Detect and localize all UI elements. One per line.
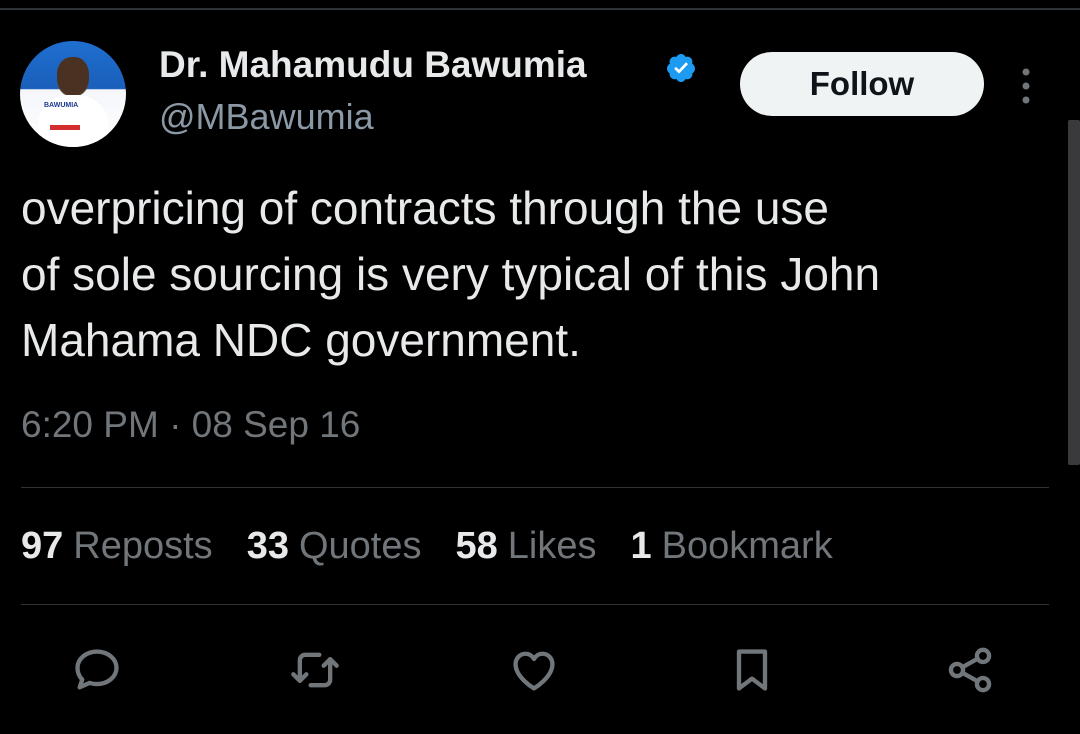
- tweet-text-line: overpricing of contracts through the use: [21, 182, 830, 234]
- stat-label: Quotes: [298, 525, 422, 567]
- share-icon: [948, 647, 992, 693]
- share-button[interactable]: [942, 642, 998, 698]
- stat-count: 97: [21, 525, 64, 567]
- reply-icon: [75, 649, 119, 690]
- stat-label: Bookmark: [661, 525, 833, 567]
- stat-count: 1: [630, 525, 652, 567]
- verified-badge-icon: [667, 54, 696, 82]
- divider: [21, 604, 1049, 605]
- repost-icon: [291, 652, 339, 688]
- author-handle[interactable]: @MBawumia: [159, 96, 374, 138]
- stat-label: Reposts: [73, 525, 213, 567]
- avatar-stripe: [50, 125, 80, 130]
- follow-button[interactable]: Follow: [740, 52, 984, 116]
- engagement-stats: 97 Reposts 33 Quotes 58 Likes 1 Bookmark: [21, 525, 833, 568]
- stat-count: 58: [455, 525, 498, 567]
- tweet-text: overpricing of contracts through the use…: [21, 175, 1041, 373]
- avatar-head: [57, 57, 89, 95]
- stat-quotes[interactable]: 33 Quotes: [247, 525, 422, 568]
- stat-count: 33: [246, 525, 289, 567]
- top-divider: [0, 8, 1080, 10]
- stat-label: Likes: [507, 525, 597, 567]
- bookmark-button[interactable]: [724, 642, 780, 698]
- like-button[interactable]: [506, 642, 562, 698]
- stat-likes[interactable]: 58 Likes: [456, 525, 597, 568]
- repost-button[interactable]: [287, 642, 343, 698]
- author-name[interactable]: Dr. Mahamudu Bawumia: [159, 44, 587, 86]
- avatar[interactable]: BAWUMIA: [20, 41, 126, 147]
- bookmark-icon: [736, 649, 768, 691]
- tweet-text-line: Mahama NDC government.: [21, 314, 581, 366]
- reply-button[interactable]: [69, 642, 125, 698]
- stat-bookmarks[interactable]: 1 Bookmark: [631, 525, 833, 568]
- like-icon: [513, 651, 555, 691]
- more-options-icon[interactable]: [1014, 66, 1038, 106]
- stat-reposts[interactable]: 97 Reposts: [21, 525, 213, 568]
- tweet-text-line: of sole sourcing is very typical of this…: [21, 248, 881, 300]
- tweet-timestamp[interactable]: 6:20 PM · 08 Sep 16: [21, 404, 360, 446]
- divider: [21, 487, 1049, 488]
- scrollbar[interactable]: [1068, 120, 1080, 465]
